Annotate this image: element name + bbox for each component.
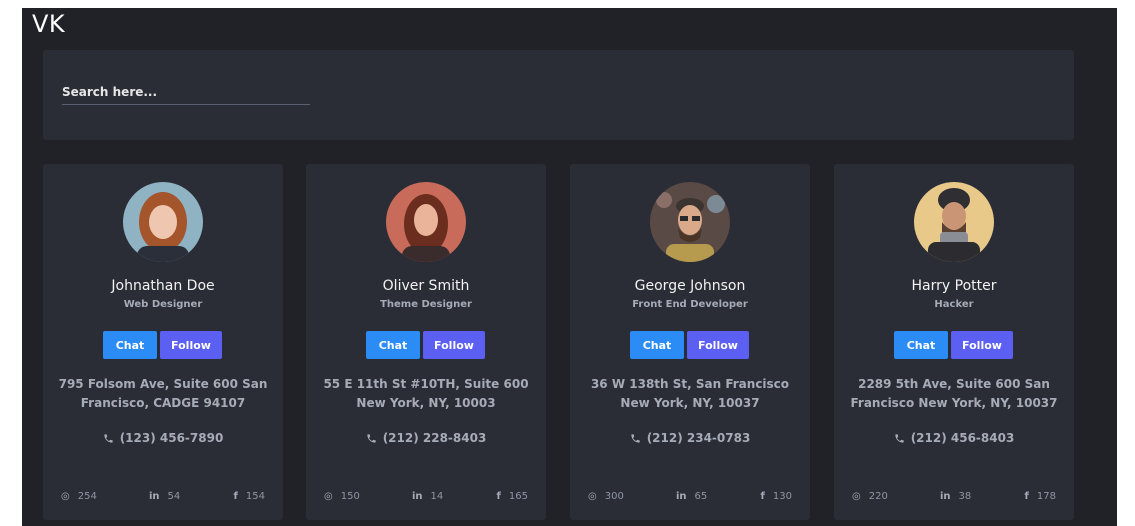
brand-logo: VK bbox=[32, 10, 66, 38]
linkedin-icon: in bbox=[676, 491, 687, 502]
chat-button[interactable]: Chat bbox=[366, 331, 420, 359]
facebook-count: 154 bbox=[245, 491, 265, 502]
profile-role: Web Designer bbox=[123, 299, 203, 310]
linkedin-stat[interactable]: in 38 bbox=[940, 491, 971, 502]
facebook-count: 178 bbox=[1036, 491, 1056, 502]
social-stats: ◎ 300 in 65 f 130 bbox=[588, 491, 792, 507]
profile-card: George Johnson Front End Developer Chat … bbox=[570, 164, 810, 520]
facebook-count: 165 bbox=[508, 491, 528, 502]
profile-role: Hacker bbox=[934, 299, 974, 310]
profile-card: Oliver Smith Theme Designer Chat Follow … bbox=[306, 164, 546, 520]
profile-phone: (212) 228-8403 bbox=[306, 431, 546, 447]
instagram-icon: ◎ bbox=[852, 491, 861, 502]
facebook-stat[interactable]: f 165 bbox=[497, 491, 528, 502]
facebook-count: 130 bbox=[772, 491, 792, 502]
follow-button[interactable]: Follow bbox=[687, 331, 749, 359]
profile-name: Oliver Smith bbox=[382, 278, 470, 294]
phone-number: (212) 228-8403 bbox=[382, 431, 487, 445]
instagram-icon: ◎ bbox=[61, 491, 70, 502]
linkedin-count: 65 bbox=[694, 491, 708, 502]
search-panel bbox=[43, 50, 1074, 140]
social-stats: ◎ 150 in 14 f 165 bbox=[324, 491, 528, 507]
profile-role: Front End Developer bbox=[632, 299, 748, 310]
phone-number: (212) 456-8403 bbox=[910, 431, 1015, 445]
profile-name: Harry Potter bbox=[911, 278, 997, 294]
profile-address: 36 W 138th St, San Francisco New York, N… bbox=[590, 377, 790, 410]
profile-address: 2289 5th Ave, Suite 600 San Francisco Ne… bbox=[850, 377, 1058, 410]
instagram-stat[interactable]: ◎ 300 bbox=[588, 491, 624, 502]
follow-button[interactable]: Follow bbox=[423, 331, 485, 359]
phone-icon bbox=[103, 433, 114, 447]
facebook-icon: f bbox=[760, 491, 765, 502]
instagram-count: 150 bbox=[340, 491, 360, 502]
instagram-icon: ◎ bbox=[324, 491, 333, 502]
profile-phone: (212) 234-0783 bbox=[570, 431, 810, 447]
chat-button[interactable]: Chat bbox=[103, 331, 157, 359]
instagram-count: 254 bbox=[77, 491, 97, 502]
linkedin-icon: in bbox=[149, 491, 160, 502]
profile-phone: (123) 456-7890 bbox=[43, 431, 283, 447]
linkedin-count: 14 bbox=[430, 491, 444, 502]
linkedin-count: 38 bbox=[958, 491, 972, 502]
phone-icon bbox=[630, 433, 641, 447]
profile-phone: (212) 456-8403 bbox=[834, 431, 1074, 447]
phone-number: (212) 234-0783 bbox=[646, 431, 751, 445]
avatar bbox=[650, 182, 730, 262]
chat-button[interactable]: Chat bbox=[630, 331, 684, 359]
facebook-icon: f bbox=[233, 491, 238, 502]
phone-number: (123) 456-7890 bbox=[119, 431, 224, 445]
search-input[interactable] bbox=[62, 80, 310, 105]
instagram-icon: ◎ bbox=[588, 491, 597, 502]
linkedin-stat[interactable]: in 54 bbox=[149, 491, 180, 502]
app-container: VK Johnathan Doe Web Designer Chat Follo… bbox=[22, 8, 1117, 526]
avatar bbox=[914, 182, 994, 262]
instagram-stat[interactable]: ◎ 150 bbox=[324, 491, 360, 502]
linkedin-icon: in bbox=[940, 491, 951, 502]
social-stats: ◎ 220 in 38 f 178 bbox=[852, 491, 1056, 507]
instagram-stat[interactable]: ◎ 254 bbox=[61, 491, 97, 502]
linkedin-stat[interactable]: in 65 bbox=[676, 491, 707, 502]
linkedin-icon: in bbox=[412, 491, 423, 502]
follow-button[interactable]: Follow bbox=[951, 331, 1013, 359]
avatar bbox=[386, 182, 466, 262]
facebook-stat[interactable]: f 154 bbox=[234, 491, 265, 502]
profile-name: Johnathan Doe bbox=[111, 278, 215, 294]
linkedin-stat[interactable]: in 14 bbox=[412, 491, 443, 502]
profile-card: Johnathan Doe Web Designer Chat Follow 7… bbox=[43, 164, 283, 520]
linkedin-count: 54 bbox=[167, 491, 181, 502]
profile-name: George Johnson bbox=[634, 278, 746, 294]
instagram-stat[interactable]: ◎ 220 bbox=[852, 491, 888, 502]
facebook-icon: f bbox=[1024, 491, 1029, 502]
profile-address: 55 E 11th St #10TH, Suite 600 New York, … bbox=[323, 377, 529, 410]
phone-icon bbox=[366, 433, 377, 447]
instagram-count: 300 bbox=[604, 491, 624, 502]
social-stats: ◎ 254 in 54 f 154 bbox=[61, 491, 265, 507]
profile-role: Theme Designer bbox=[380, 299, 472, 310]
facebook-stat[interactable]: f 130 bbox=[761, 491, 792, 502]
profile-address: 795 Folsom Ave, Suite 600 San Francisco,… bbox=[58, 377, 268, 410]
phone-icon bbox=[894, 433, 905, 447]
avatar bbox=[123, 182, 203, 262]
follow-button[interactable]: Follow bbox=[160, 331, 222, 359]
facebook-icon: f bbox=[496, 491, 501, 502]
profile-card: Harry Potter Hacker Chat Follow 2289 5th… bbox=[834, 164, 1074, 520]
chat-button[interactable]: Chat bbox=[894, 331, 948, 359]
instagram-count: 220 bbox=[868, 491, 888, 502]
facebook-stat[interactable]: f 178 bbox=[1025, 491, 1056, 502]
